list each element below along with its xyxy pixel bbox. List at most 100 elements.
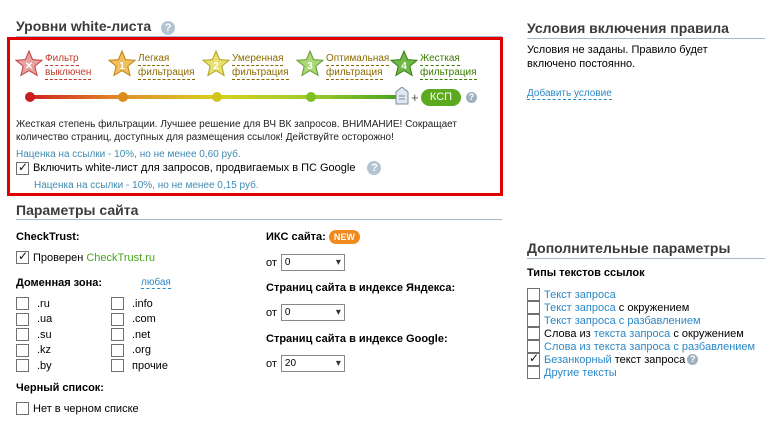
text-type-link[interactable]: Текст запроса — [544, 302, 616, 314]
level-option-4[interactable]: 4 Жесткая фильтрация — [390, 50, 485, 84]
text-type-checkbox[interactable] — [527, 288, 540, 301]
text-type-checkbox[interactable] — [527, 314, 540, 327]
text-type-row: Слова из текста запроса с разбавлением — [527, 340, 755, 353]
level-star-icon: 1 — [108, 50, 136, 77]
google-whitelist-checkbox[interactable] — [16, 160, 29, 175]
slider-stop-2[interactable] — [212, 92, 222, 102]
zone-checkbox[interactable] — [16, 312, 29, 326]
level-line2: фильтрация — [138, 67, 195, 80]
text-type-link[interactable]: Текст запроса — [544, 289, 616, 301]
zone-checkbox[interactable] — [16, 359, 29, 372]
yandex-row: от 0 — [266, 304, 345, 321]
text-type-checkbox[interactable] — [527, 366, 540, 379]
zone-label-text: .kz — [37, 344, 52, 356]
zone-any-link[interactable]: любая — [141, 277, 171, 289]
zone-label-text: .info — [132, 297, 153, 310]
text-type-checkbox[interactable] — [527, 301, 540, 314]
text-type-row: Текст запроса с разбавлением — [527, 314, 701, 327]
whitelist-help-icon[interactable]: ? — [161, 21, 176, 35]
level-label: Фильтр выключен — [45, 52, 92, 80]
ksp-help-icon[interactable]: ? — [466, 92, 477, 103]
yandex-from-label: от — [266, 306, 277, 319]
zone-label-text: .net — [132, 328, 151, 341]
text-type-link[interactable]: Безанкорный — [544, 354, 612, 366]
text-type-row: Слова из текста запроса с окружением — [527, 327, 744, 340]
yandex-select[interactable]: 0 — [280, 304, 345, 321]
whitelist-title: Уровни white-листа ? — [16, 18, 176, 35]
checktrust-prefix: Проверен — [33, 251, 87, 264]
text-type-link[interactable]: Другие тексты — [544, 367, 617, 379]
level-star-icon: ✕ — [15, 50, 43, 77]
google-whitelist-label: Включить white-лист для запросов, продви… — [33, 162, 356, 174]
text-type-plain: Слова из — [544, 327, 594, 340]
checktrust-checkbox[interactable] — [16, 249, 29, 264]
zone-checkbox[interactable] — [111, 343, 124, 357]
level-label: Легкая фильтрация — [138, 52, 195, 80]
text-type-label: Текст запроса с разбавлением — [544, 315, 701, 327]
level-number: ✕ — [25, 61, 33, 72]
text-type-link[interactable]: Слова из текста запроса с разбавлением — [544, 341, 755, 353]
filter-description: Жесткая степень фильтрации. Лучшее решен… — [16, 119, 457, 143]
slider-stop-3[interactable] — [306, 92, 316, 102]
text-type-checkbox[interactable] — [527, 351, 540, 366]
checktrust-link[interactable]: CheckTrust.ru — [86, 252, 155, 264]
text-type-row: Безанкорный текст запроса? — [527, 351, 699, 366]
iks-select[interactable]: 0 — [280, 254, 345, 271]
level-option-3[interactable]: 3 Оптимальная фильтрация — [296, 50, 391, 84]
zone-checkbox[interactable] — [16, 328, 29, 341]
slider-track-segment — [311, 95, 401, 99]
slider-stop-1[interactable] — [118, 92, 128, 102]
markup-text: Наценка на ссылки - 10%, но не менее 0,6… — [16, 149, 241, 160]
slider-handle-icon[interactable] — [395, 86, 409, 105]
text-type-row: Другие тексты — [527, 366, 617, 379]
zone-checkbox[interactable] — [111, 359, 124, 372]
level-option-2[interactable]: 2 Умеренная фильтрация — [202, 50, 297, 84]
zone-label: Доменная зона: — [16, 277, 103, 289]
level-line1: Легкая — [138, 53, 170, 66]
level-star-icon: 2 — [202, 50, 230, 77]
zone-item: .by — [16, 359, 52, 372]
level-line1: Оптимальная — [326, 53, 390, 66]
google-select[interactable]: 20 — [280, 355, 345, 372]
yandex-label: Страниц сайта в индексе Яндекса: — [266, 282, 456, 294]
slider-track-segment — [123, 95, 217, 99]
level-label: Оптимальная фильтрация — [326, 52, 390, 80]
slider-track-segment — [29, 95, 123, 99]
zone-item: .su — [16, 328, 52, 341]
zone-label-text: .com — [132, 313, 156, 325]
conditions-divider — [527, 38, 765, 39]
zone-checkbox[interactable] — [111, 297, 124, 310]
text-type-checkbox[interactable] — [527, 327, 540, 340]
ksp-button[interactable]: КСП — [421, 89, 461, 106]
level-option-0[interactable]: ✕ Фильтр выключен — [15, 50, 110, 84]
level-number: 2 — [213, 61, 219, 72]
google-whitelist-help-icon[interactable]: ? — [367, 161, 382, 175]
text-types-label: Типы текстов ссылок — [527, 267, 645, 279]
text-type-row: Текст запроса — [527, 288, 616, 301]
iks-from-label: от — [266, 256, 277, 269]
level-label: Умеренная фильтрация — [232, 52, 289, 80]
zone-item: .kz — [16, 343, 52, 357]
text-type-link[interactable]: текста запроса — [594, 328, 671, 340]
zone-item: .com — [111, 312, 156, 326]
site-params-title: Параметры сайта — [16, 202, 139, 218]
zone-checkbox[interactable] — [16, 343, 29, 357]
conditions-title: Условия включения правила — [527, 20, 729, 36]
level-line2: фильтрация — [326, 67, 383, 80]
zone-checkbox[interactable] — [111, 312, 124, 326]
slider-stop-0[interactable] — [25, 92, 35, 102]
text-type-label: Другие тексты — [544, 367, 617, 379]
blacklist-checkbox[interactable] — [16, 402, 29, 415]
zone-label-text: .by — [37, 359, 52, 372]
text-type-plain: с окружением — [670, 327, 744, 340]
level-option-1[interactable]: 1 Легкая фильтрация — [108, 50, 203, 84]
google-row: от 20 — [266, 355, 345, 372]
level-number: 3 — [307, 61, 313, 72]
text-type-help-icon[interactable]: ? — [687, 354, 699, 365]
zone-checkbox[interactable] — [16, 297, 29, 310]
text-type-link[interactable]: Текст запроса с разбавлением — [544, 315, 701, 327]
checktrust-row: Проверен CheckTrust.ru — [16, 249, 155, 264]
zone-checkbox[interactable] — [111, 328, 124, 341]
iks-row: от 0 — [266, 254, 345, 271]
add-condition-link[interactable]: Добавить условие — [527, 88, 612, 100]
